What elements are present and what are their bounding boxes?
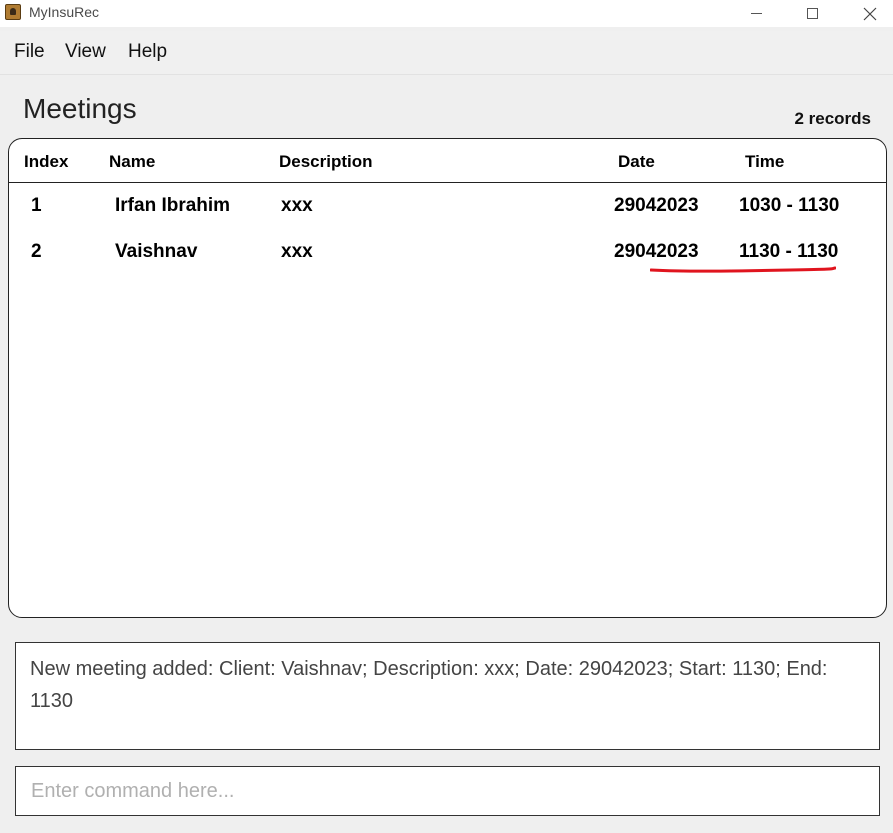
table-row[interactable]: 1 Irfan Ibrahim xxx 29042023 1030 - 1130 [9, 185, 886, 231]
cell-index: 1 [31, 195, 42, 216]
menu-help[interactable]: Help [128, 41, 167, 63]
cell-description: xxx [281, 195, 313, 216]
column-header-name[interactable]: Name [109, 152, 155, 172]
column-header-description[interactable]: Description [279, 152, 373, 172]
cell-description: xxx [281, 241, 313, 262]
minimize-button[interactable] [732, 0, 780, 27]
menu-bar: File View Help [0, 31, 893, 75]
column-header-date[interactable]: Date [618, 152, 655, 172]
close-button[interactable] [846, 0, 893, 27]
app-contact-icon [5, 4, 21, 20]
cell-name: Irfan Ibrahim [115, 195, 231, 216]
cell-index: 2 [31, 241, 42, 262]
cell-name: Vaishnav [115, 241, 198, 262]
cell-time: 1130 - 1130 [739, 241, 839, 262]
table-row[interactable]: 2 Vaishnav xxx 29042023 1130 - 1130 [9, 231, 886, 277]
page-title: Meetings [23, 93, 137, 124]
meetings-table: Index Name Description Date Time 1 Irfan… [8, 138, 887, 618]
menu-file[interactable]: File [14, 41, 45, 63]
command-box [15, 766, 880, 816]
close-icon [863, 7, 877, 20]
result-display: New meeting added: Client: Vaishnav; Des… [15, 642, 880, 750]
cell-date: 29042023 [614, 241, 699, 262]
result-message: New meeting added: Client: Vaishnav; Des… [30, 658, 828, 712]
command-input[interactable] [16, 767, 879, 815]
column-header-time[interactable]: Time [745, 152, 784, 172]
cell-date: 29042023 [614, 195, 699, 216]
title-bar: MyInsuRec [0, 0, 893, 27]
window-title: MyInsuRec [29, 4, 100, 20]
column-header-index[interactable]: Index [24, 152, 68, 172]
cell-time: 1030 - 1130 [739, 195, 840, 216]
record-count: 2 records [794, 109, 871, 128]
maximize-icon [806, 8, 818, 19]
minimize-icon [750, 13, 762, 14]
table-header: Index Name Description Date Time [9, 139, 886, 183]
maximize-button[interactable] [788, 0, 836, 27]
menu-view[interactable]: View [65, 41, 106, 63]
